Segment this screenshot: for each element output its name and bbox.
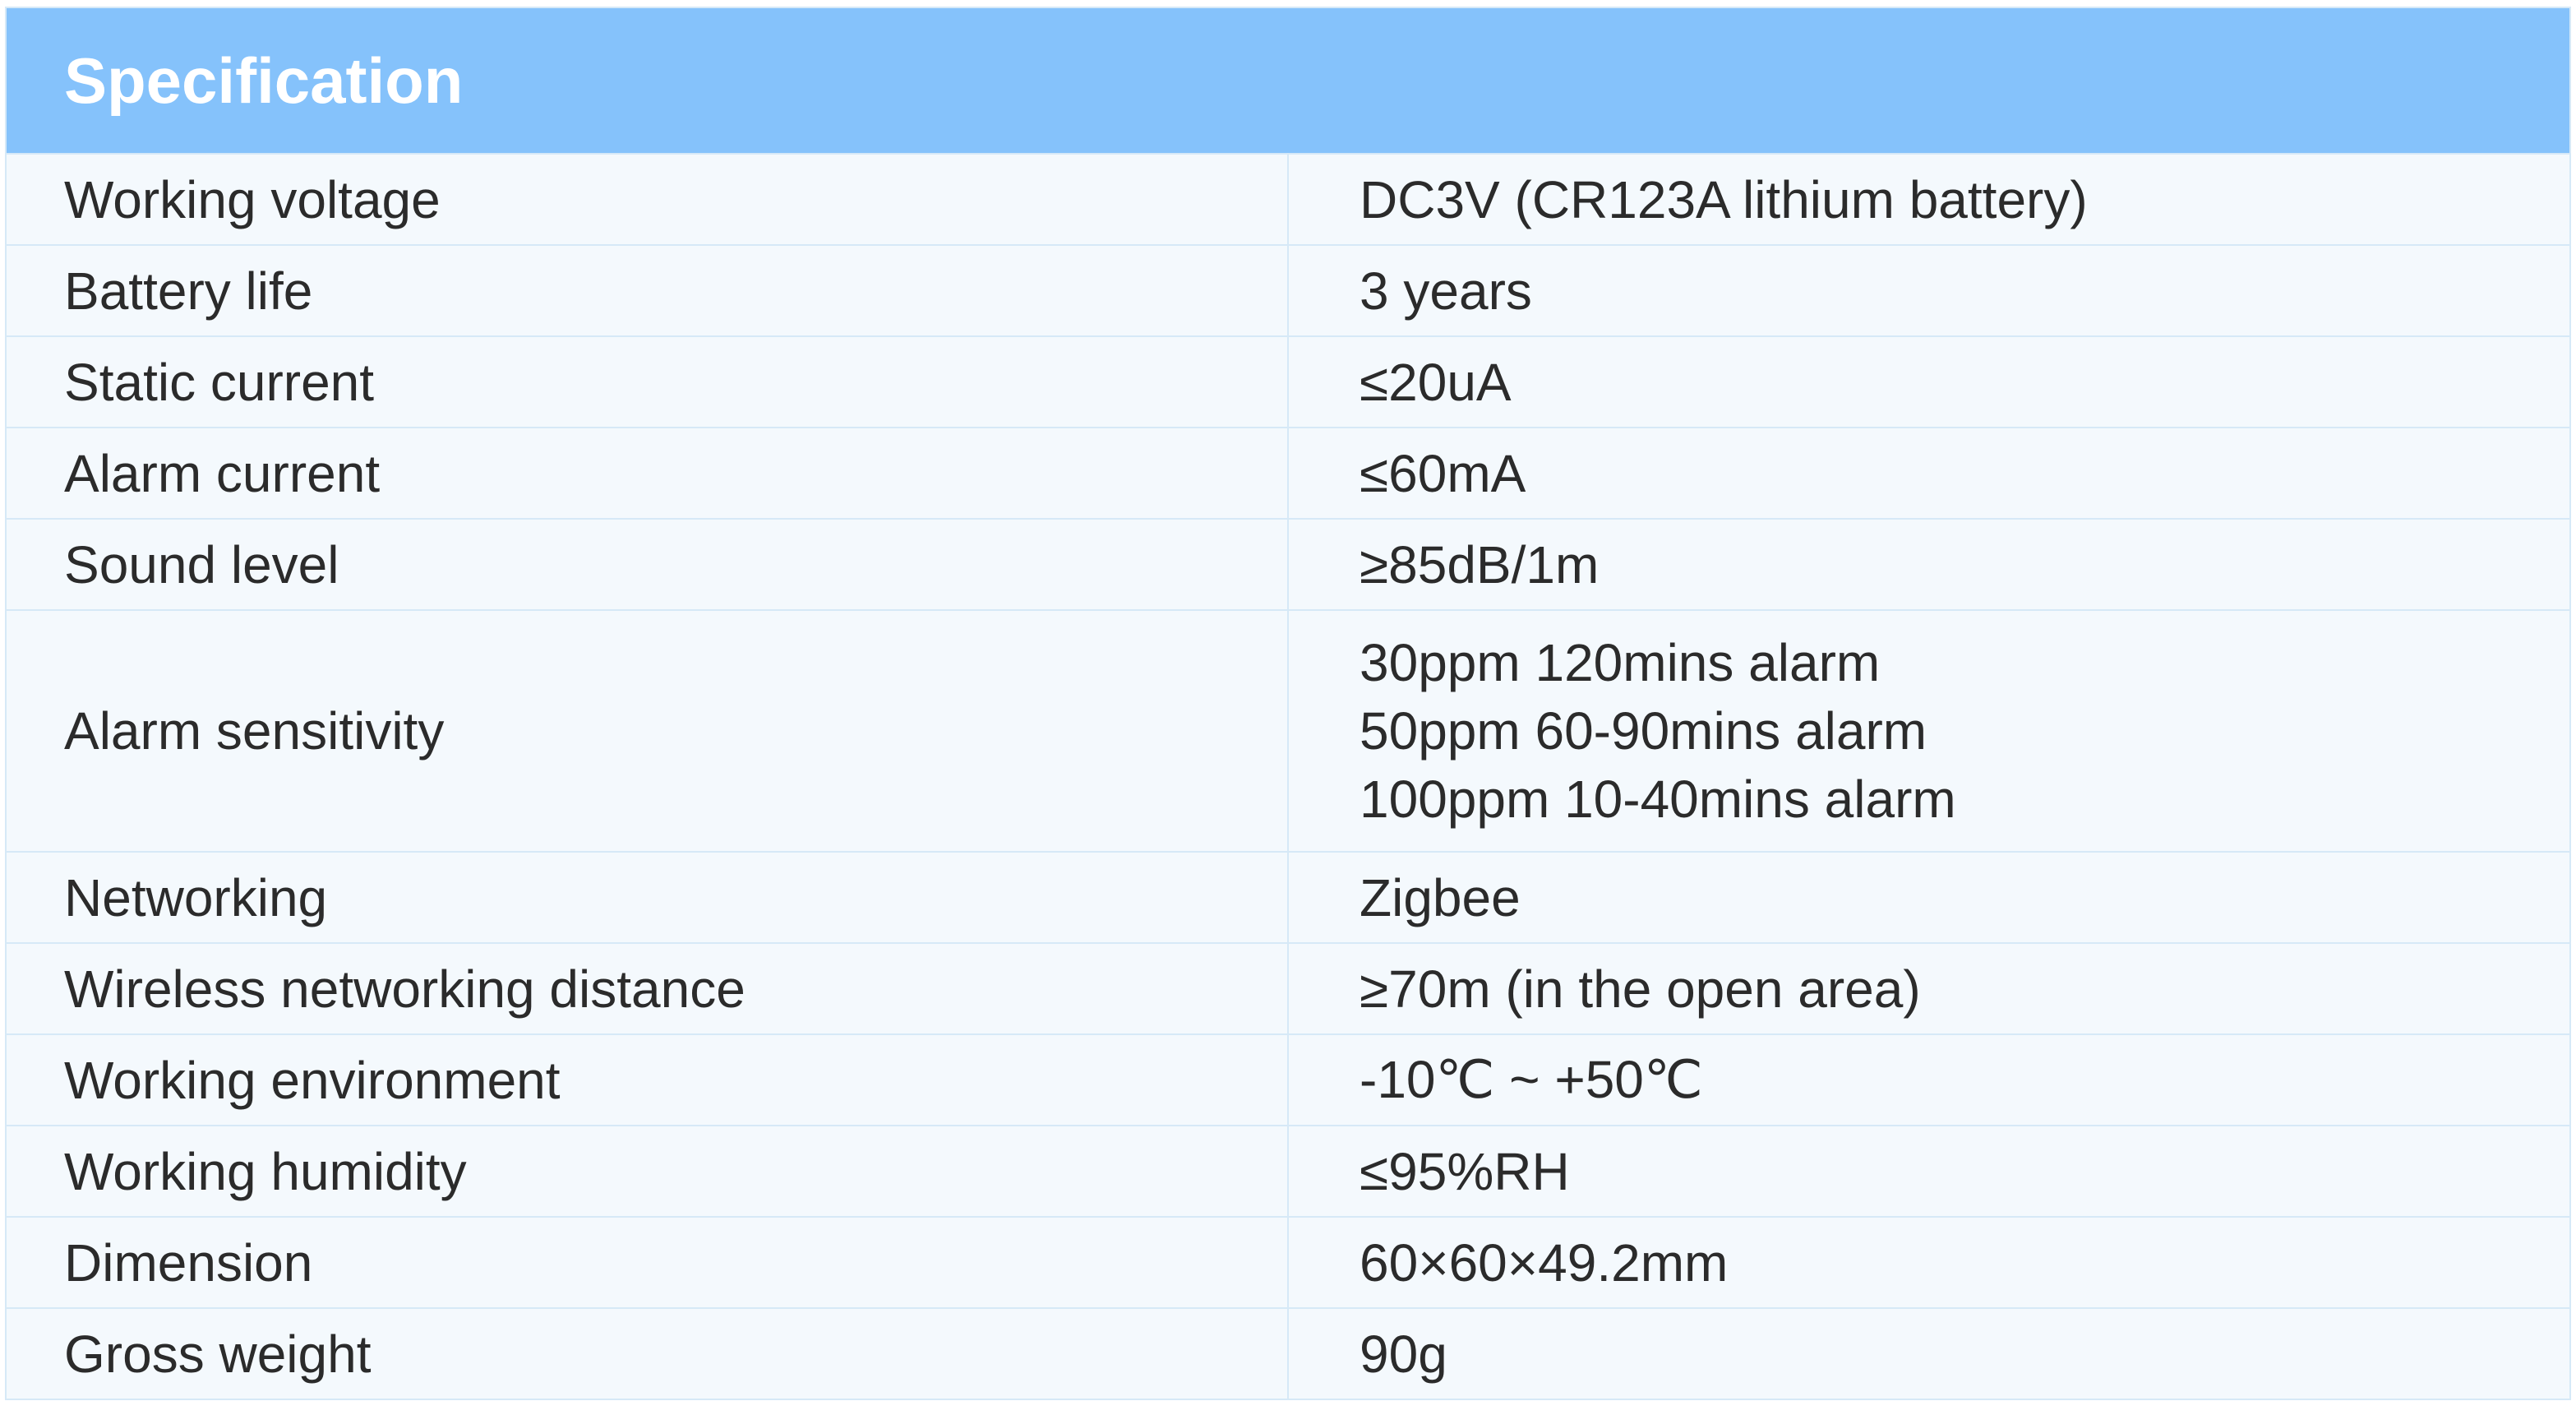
spec-label: Working voltage [5, 153, 1289, 246]
spec-value-line: 50ppm 60-90mins alarm [1360, 700, 1927, 761]
spec-value: ≤95%RH [1287, 1125, 2571, 1218]
spec-value-line: 30ppm 120mins alarm [1360, 632, 1881, 692]
spec-label: Battery life [5, 244, 1289, 337]
spec-label: Working environment [5, 1033, 1289, 1126]
table-row: Sound level ≥85dB/1m [5, 518, 2571, 611]
spec-value: 30ppm 120mins alarm 50ppm 60-90mins alar… [1287, 609, 2571, 853]
spec-label: Alarm current [5, 427, 1289, 520]
table-header: Specification [5, 7, 2571, 154]
table-row: Wireless networking distance ≥70m (in th… [5, 942, 2571, 1035]
spec-value: -10℃ ~ +50℃ [1287, 1033, 2571, 1126]
spec-label: Dimension [5, 1216, 1289, 1309]
spec-value: 3 years [1287, 244, 2571, 337]
table-row: Alarm current ≤60mA [5, 427, 2571, 520]
table-row: Dimension 60×60×49.2mm [5, 1216, 2571, 1309]
spec-label: Wireless networking distance [5, 942, 1289, 1035]
spec-value: Zigbee [1287, 851, 2571, 944]
spec-value: ≤20uA [1287, 335, 2571, 428]
specification-table: Specification Working voltage DC3V (CR12… [5, 7, 2571, 1400]
table-row: Battery life 3 years [5, 244, 2571, 337]
spec-value: 90g [1287, 1307, 2571, 1400]
spec-value: ≤60mA [1287, 427, 2571, 520]
spec-label: Networking [5, 851, 1289, 944]
spec-label: Static current [5, 335, 1289, 428]
spec-label: Working humidity [5, 1125, 1289, 1218]
table-row: Networking Zigbee [5, 851, 2571, 944]
spec-value: ≥70m (in the open area) [1287, 942, 2571, 1035]
spec-value: ≥85dB/1m [1287, 518, 2571, 611]
table-row: Working humidity ≤95%RH [5, 1125, 2571, 1218]
spec-label: Sound level [5, 518, 1289, 611]
table-row: Alarm sensitivity 30ppm 120mins alarm 50… [5, 609, 2571, 853]
spec-label: Gross weight [5, 1307, 1289, 1400]
spec-value: DC3V (CR123A lithium battery) [1287, 153, 2571, 246]
spec-value: 60×60×49.2mm [1287, 1216, 2571, 1309]
spec-label: Alarm sensitivity [5, 609, 1289, 853]
table-row: Working voltage DC3V (CR123A lithium bat… [5, 153, 2571, 246]
table-header-row: Specification [5, 7, 2571, 154]
table-row: Gross weight 90g [5, 1307, 2571, 1400]
spec-value-line: 100ppm 10-40mins alarm [1360, 769, 1956, 829]
table-row: Working environment -10℃ ~ +50℃ [5, 1033, 2571, 1126]
table-row: Static current ≤20uA [5, 335, 2571, 428]
